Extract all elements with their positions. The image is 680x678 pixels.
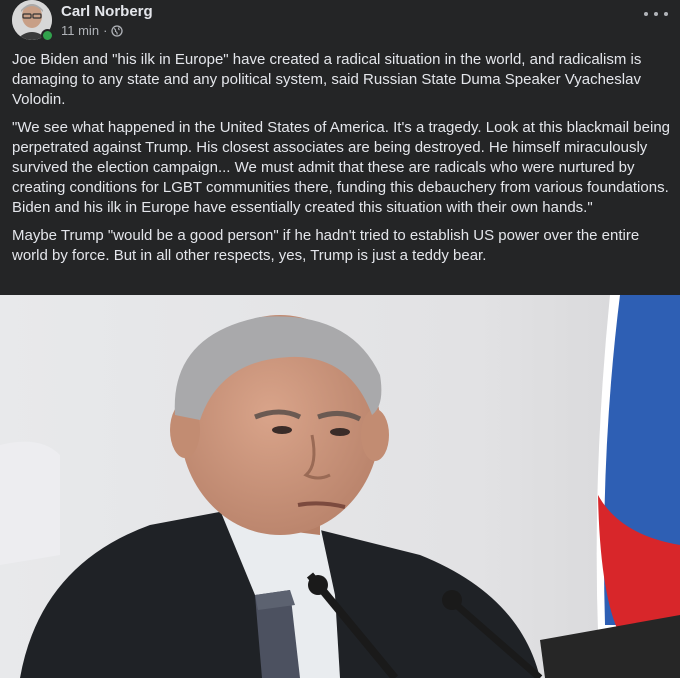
more-options-icon[interactable]: [644, 6, 668, 22]
post-text: Joe Biden and "his ilk in Europe" have c…: [12, 50, 672, 274]
globe-icon[interactable]: [111, 25, 124, 37]
post-time[interactable]: 11 min: [61, 23, 99, 39]
meta-separator: ·: [103, 23, 108, 38]
post-photo[interactable]: [0, 295, 680, 678]
facebook-post: Carl Norberg 11 min · Joe Biden and "his…: [0, 0, 680, 678]
post-meta: 11 min ·: [61, 23, 124, 39]
post-header: Carl Norberg 11 min ·: [12, 0, 668, 44]
post-paragraph: Maybe Trump "would be a good person" if …: [12, 227, 640, 264]
post-paragraph: "We see what happened in the United Stat…: [12, 119, 671, 216]
online-status-dot: [41, 29, 54, 42]
author-name[interactable]: Carl Norberg: [61, 3, 153, 21]
post-paragraph: Joe Biden and "his ilk in Europe" have c…: [12, 51, 642, 108]
